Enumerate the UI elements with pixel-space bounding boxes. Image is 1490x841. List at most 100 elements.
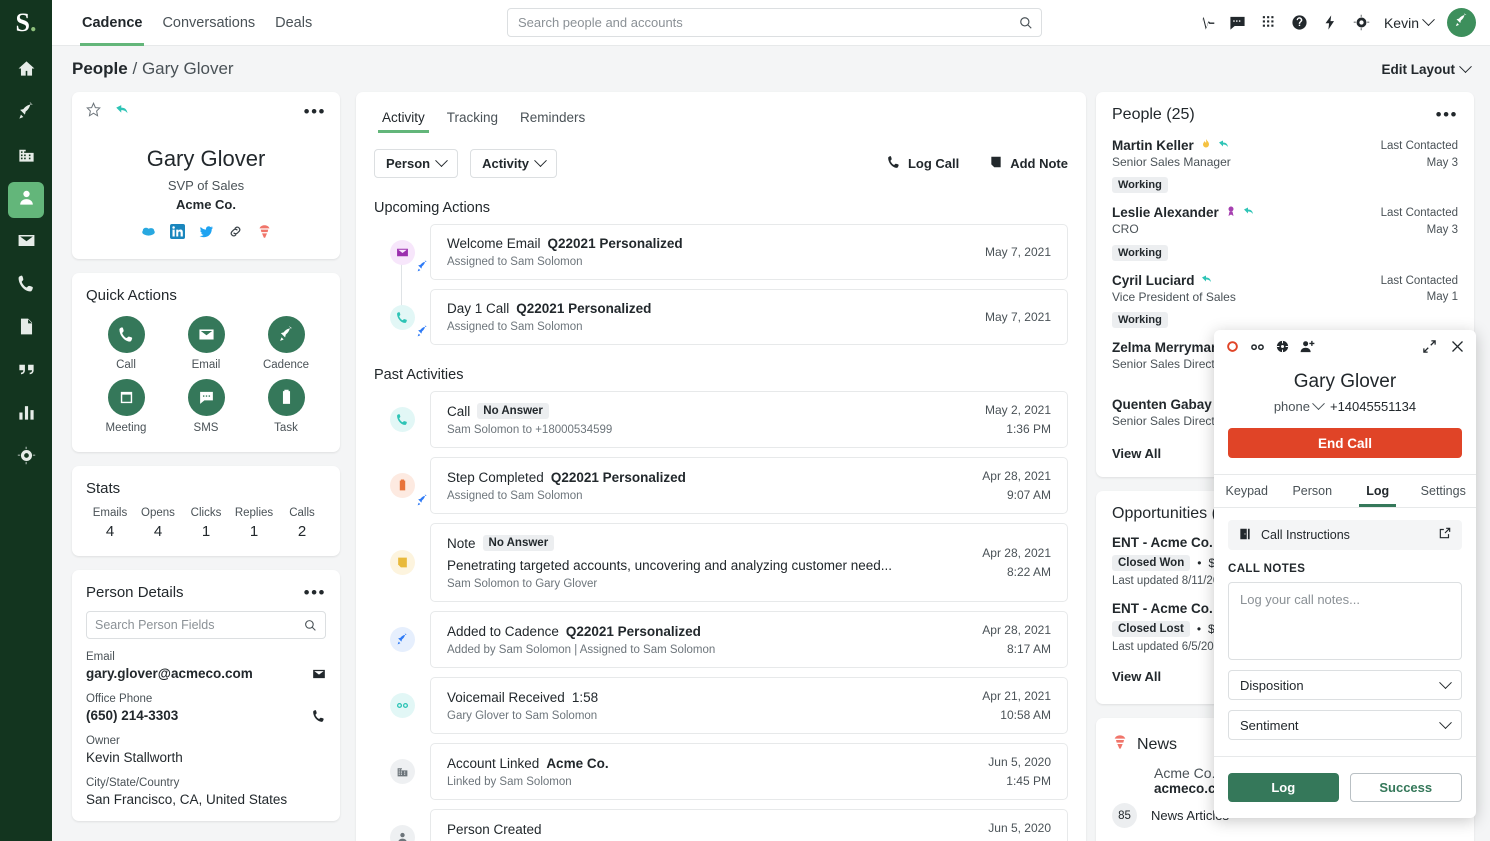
timeline-row-day1-call[interactable]: Day 1 Call Q22021 Personalized Assigned … [374,289,1068,345]
timeline-item[interactable]: Account Linked Acme Co. Linked by Sam So… [430,743,1068,800]
timeline-item[interactable]: Day 1 Call Q22021 Personalized Assigned … [430,289,1068,345]
tab-activity[interactable]: Activity [374,106,433,133]
quick-action-task[interactable]: Task [246,379,326,434]
people-panel-more-button[interactable]: ••• [1436,106,1458,123]
search-icon[interactable] [304,619,317,632]
rail-item-cadence[interactable] [8,96,44,132]
timeline-item[interactable]: Note No Answer Penetrating targeted acco… [430,523,1068,602]
reply-icon[interactable] [115,102,130,122]
mail-icon[interactable] [312,667,326,681]
phone-type-dropdown[interactable]: phone [1274,397,1325,414]
twitter-icon[interactable] [199,224,214,239]
external-link-icon[interactable] [1438,526,1452,545]
call-tab-settings[interactable]: Settings [1411,475,1477,507]
record-icon[interactable] [1225,339,1240,359]
rail-item-people[interactable] [8,182,44,218]
quick-action-email[interactable]: Email [166,316,246,371]
add-note-button[interactable]: Add Note [989,155,1068,172]
expand-icon[interactable] [1422,339,1437,359]
filter-person-dropdown[interactable]: Person [374,149,459,178]
timeline-item[interactable]: Welcome Email Q22021 Personalized Assign… [430,224,1068,280]
news-item[interactable]: 6 Press Releases [1096,835,1474,841]
user-menu[interactable]: Kevin [1384,13,1435,31]
timeline-row-note[interactable]: Note No Answer Penetrating targeted acco… [374,523,1068,602]
rail-item-coaching[interactable] [8,440,44,476]
timeline-row-step-completed[interactable]: Step Completed Q22021 Personalized Assig… [374,457,1068,514]
salesforce-icon[interactable] [141,224,156,239]
tab-tracking[interactable]: Tracking [439,106,506,133]
activity-tabs: Activity Tracking Reminders [374,106,1068,133]
quick-action-cadence[interactable]: Cadence [246,316,326,371]
person-details-more-button[interactable]: ••• [304,584,326,601]
rail-item-emails[interactable] [8,225,44,261]
help-icon[interactable] [1291,14,1308,31]
quick-action-meeting[interactable]: Meeting [86,379,166,434]
log-button[interactable]: Log [1228,773,1339,802]
target-icon[interactable] [1353,14,1370,31]
timeline-item[interactable]: Person Created Created by Sam Solomon Ju… [430,809,1068,841]
mute-icon[interactable] [1275,339,1290,359]
people-list-item[interactable]: Martin Keller Senior Sales Manager Last … [1112,128,1458,195]
call-instructions-row[interactable]: Call Instructions [1228,520,1462,550]
rail-item-conversations[interactable] [8,354,44,390]
timeline-row-call[interactable]: Call No Answer Sam Solomon to +180005345… [374,391,1068,448]
quick-actions-grid: Call Email Cadence Meeting SMS Task [72,304,340,452]
hubspot-icon[interactable] [257,224,272,239]
log-call-button[interactable]: Log Call [887,155,959,172]
person-fields-search[interactable] [86,611,326,639]
rail-item-analytics[interactable] [8,397,44,433]
timeline-row-person-created[interactable]: Person Created Created by Sam Solomon Ju… [374,809,1068,841]
close-icon[interactable] [1450,339,1465,359]
phone-icon[interactable] [312,709,326,723]
pulse-icon[interactable] [1198,14,1215,31]
search-input[interactable] [518,15,1031,30]
chat-icon[interactable] [1229,14,1246,31]
people-list-item[interactable]: Leslie Alexander CRO Last Contacted May … [1112,195,1458,262]
add-person-icon[interactable] [1300,339,1315,359]
edit-layout-button[interactable]: Edit Layout [1382,59,1472,77]
timeline-row-voicemail[interactable]: Voicemail Received 1:58 Gary Glover to S… [374,677,1068,734]
person-card-more-button[interactable]: ••• [304,103,326,120]
breadcrumb-root[interactable]: People [72,59,128,78]
linkedin-icon[interactable] [169,224,185,239]
rail-item-home[interactable] [8,53,44,89]
link-icon[interactable] [228,224,243,239]
rail-item-templates[interactable] [8,311,44,347]
timeline-item[interactable]: Voicemail Received 1:58 Gary Glover to S… [430,677,1068,734]
search-box[interactable] [507,8,1042,37]
voicemail-icon[interactable] [1250,339,1265,359]
nav-tab-cadence[interactable]: Cadence [72,0,152,46]
avatar[interactable] [1447,8,1476,37]
disposition-select[interactable]: Disposition [1228,670,1462,700]
star-icon[interactable] [86,101,101,122]
call-tab-person[interactable]: Person [1280,475,1346,507]
tab-reminders[interactable]: Reminders [512,106,593,133]
timeline-item[interactable]: Added to Cadence Q22021 Personalized Add… [430,611,1068,668]
quick-action-call[interactable]: Call [86,316,166,371]
lightning-icon[interactable] [1322,14,1339,31]
person-fields-search-input[interactable] [95,618,317,632]
nav-tab-conversations[interactable]: Conversations [152,0,265,46]
people-list-item[interactable]: Cyril Luciard Vice President of Sales La… [1112,263,1458,330]
filter-activity-dropdown[interactable]: Activity [470,149,558,178]
quick-action-sms[interactable]: SMS [166,379,246,434]
timeline-item[interactable]: Step Completed Q22021 Personalized Assig… [430,457,1068,514]
keypad-icon[interactable] [1260,14,1277,31]
end-call-button[interactable]: End Call [1228,428,1462,458]
call-tab-keypad[interactable]: Keypad [1214,475,1280,507]
call-notes-textarea[interactable]: Log your call notes... [1228,582,1462,660]
timeline-item[interactable]: Call No Answer Sam Solomon to +180005345… [430,391,1068,448]
rail-item-calls[interactable] [8,268,44,304]
last-contacted: Last Contacted May 3 [1381,138,1458,171]
search-icon[interactable] [1019,16,1033,30]
rail-item-accounts[interactable] [8,139,44,175]
success-button[interactable]: Success [1349,773,1462,802]
sentiment-select[interactable]: Sentiment [1228,710,1462,740]
saleloft-logo[interactable]: S. [0,0,52,46]
timeline-row-added-to-cadence[interactable]: Added to Cadence Q22021 Personalized Add… [374,611,1068,668]
last-contacted-date: May 3 [1426,224,1458,237]
timeline-row-welcome-email[interactable]: Welcome Email Q22021 Personalized Assign… [374,224,1068,280]
timeline-row-account-linked[interactable]: Account Linked Acme Co. Linked by Sam So… [374,743,1068,800]
call-tab-log[interactable]: Log [1345,475,1411,507]
nav-tab-deals[interactable]: Deals [265,0,322,46]
